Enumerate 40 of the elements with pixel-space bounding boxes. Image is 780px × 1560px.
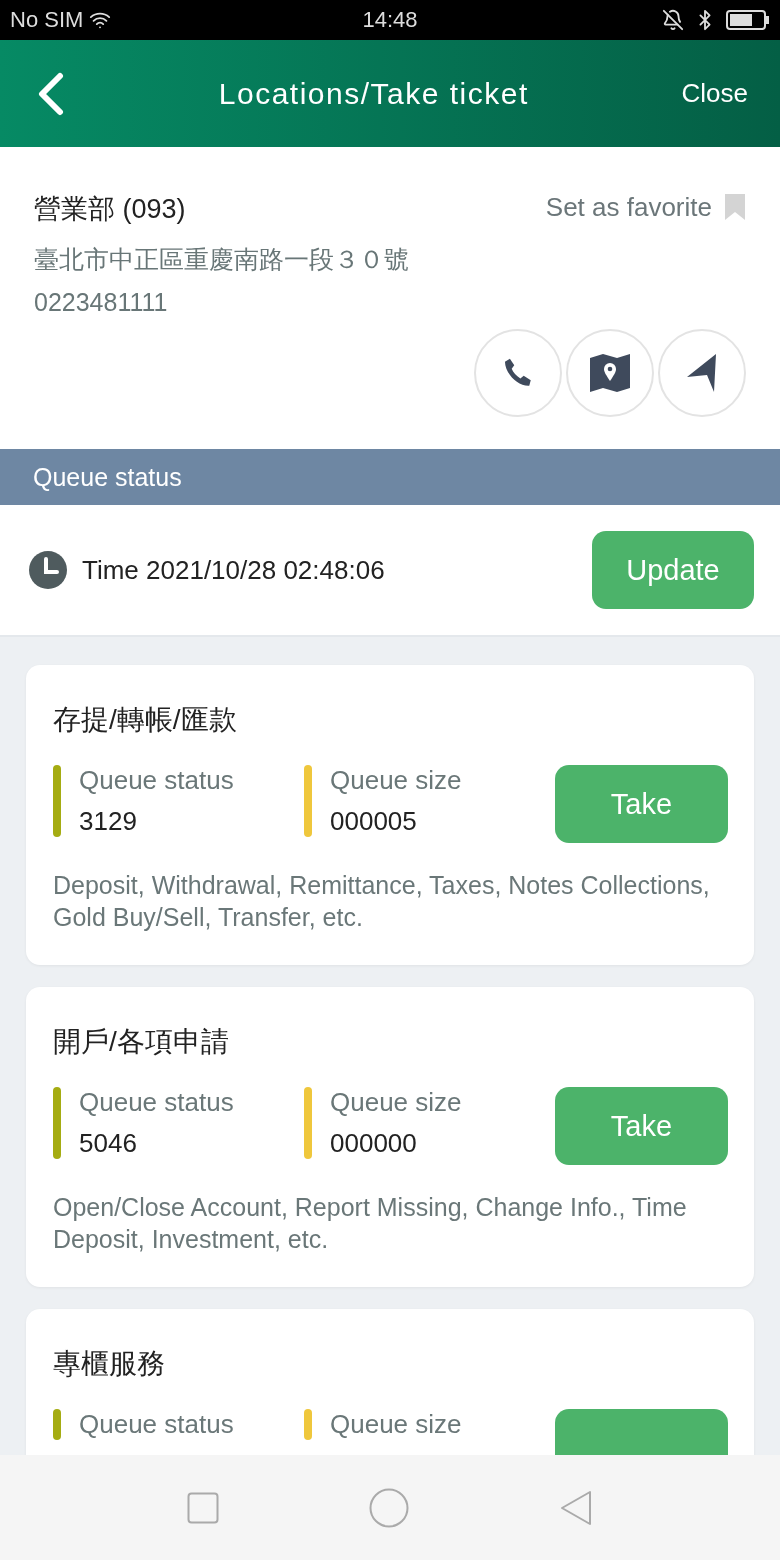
update-button[interactable]: Update	[592, 531, 754, 609]
service-title: 專櫃服務	[53, 1347, 166, 1381]
take-button[interactable]: Take	[555, 1087, 728, 1165]
stat-label: Queue size	[330, 1087, 462, 1118]
branch-address: 臺北市中正區重慶南路一段３０號	[34, 244, 410, 275]
take-button[interactable]: Take	[555, 765, 728, 843]
battery-icon	[726, 9, 770, 31]
branch-phone: 0223481111	[34, 288, 169, 317]
service-description: Deposit, Withdrawal, Remittance, Taxes, Notes Collections, Gold Buy/Sell, Transfer, etc.	[53, 870, 711, 933]
stat-label: Queue status	[79, 765, 234, 796]
stat-label: Queue status	[79, 1409, 234, 1440]
section-header: Queue status	[0, 449, 780, 505]
accent-bar	[53, 1087, 61, 1159]
screen-title: Locations/Take ticket	[217, 76, 530, 111]
close-button[interactable]: Close	[681, 78, 748, 109]
branch-name: 營業部 (093)	[34, 193, 186, 226]
map-pin-icon	[589, 354, 631, 392]
muted-bell-icon	[662, 9, 684, 31]
clock-icon	[28, 550, 68, 590]
favorite-button[interactable]: Set as favorite	[545, 187, 746, 227]
stat-label: Queue size	[330, 765, 462, 796]
service-description: Open/Close Account, Report Missing, Change Info., Time Deposit, Investment, etc.	[53, 1192, 688, 1255]
stat-label: Queue size	[330, 1409, 462, 1440]
accent-bar	[304, 765, 312, 837]
accent-bar	[53, 1409, 61, 1440]
accent-bar	[304, 1087, 312, 1159]
navigation-arrow-icon	[686, 353, 718, 393]
stat-value: 3129	[79, 806, 138, 837]
stat-value: 000000	[330, 1128, 418, 1159]
service-title: 開戶/各項申請	[53, 1025, 230, 1059]
service-title: 存提/轉帳/匯款	[53, 703, 238, 737]
stat-label: Queue status	[79, 1087, 234, 1118]
stat-value: 5046	[79, 1128, 138, 1159]
update-time: Time 2021/10/28 02:48:06	[82, 554, 386, 586]
clock-time: 14:48	[362, 7, 418, 33]
back-icon[interactable]	[36, 71, 66, 116]
carrier-text: No SIM	[10, 7, 84, 33]
stat-value: 000005	[330, 806, 418, 837]
accent-bar	[53, 765, 61, 837]
accent-bar	[304, 1409, 312, 1440]
